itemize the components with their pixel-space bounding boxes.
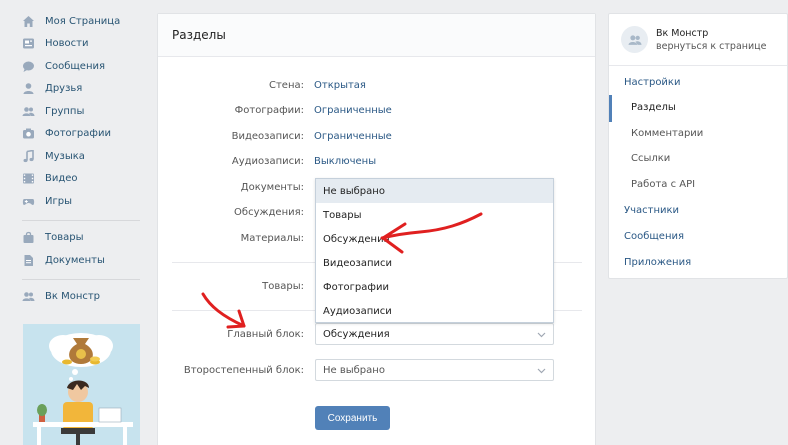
nav-music[interactable]: Музыка — [22, 145, 142, 168]
nav-games[interactable]: Игры — [22, 190, 142, 213]
section-label: Материалы: — [240, 232, 304, 244]
nav-friends[interactable]: Друзья — [22, 78, 142, 101]
section-label: Документы: — [240, 181, 304, 193]
group-avatar — [621, 26, 648, 53]
section-value-link[interactable]: Ограниченные — [314, 105, 392, 116]
nav-label: Друзья — [45, 83, 83, 95]
home-icon — [22, 15, 35, 28]
news-icon — [22, 37, 35, 50]
save-button[interactable]: Сохранить — [315, 406, 390, 430]
sections-panel: Разделы Стена: Открытая Фотографии: Огра… — [157, 13, 596, 445]
music-icon — [22, 149, 35, 163]
section-label: Фотографии: — [234, 104, 304, 116]
messages-icon — [22, 60, 35, 73]
main-block-select[interactable]: Обсуждения — [315, 323, 554, 345]
section-value-link[interactable]: Выключены — [314, 156, 376, 167]
group-header[interactable]: Вк Монстр вернуться к странице — [609, 14, 787, 66]
page-title: Разделы — [172, 28, 226, 42]
secondary-block-select[interactable]: Не выбрано — [315, 359, 554, 381]
camera-icon — [22, 127, 35, 140]
dropdown-option[interactable]: Не выбрано — [316, 179, 553, 203]
panel-header: Разделы — [158, 14, 595, 57]
groups-icon — [22, 105, 35, 118]
nav-label: Группы — [45, 105, 85, 117]
nav-news[interactable]: Новости — [22, 33, 142, 56]
section-value-link[interactable]: Открытая — [314, 80, 366, 91]
chevron-down-icon — [537, 332, 546, 338]
left-navigation: Моя Страница Новости Сообщения Друзья Гр… — [22, 10, 142, 308]
main-block-value: Обсуждения — [323, 328, 390, 340]
nav-label: Документы — [45, 254, 105, 266]
main-block-label: Главный блок: — [227, 328, 304, 340]
nav-label: Видео — [45, 173, 78, 185]
nav-label: Игры — [45, 195, 72, 207]
nav-messages[interactable]: Сообщения — [22, 55, 142, 78]
section-label: Обсуждения: — [234, 206, 304, 218]
secondary-block-value: Не выбрано — [323, 364, 385, 376]
friends-icon — [22, 82, 35, 95]
nav-label: Товары — [45, 232, 84, 244]
video-icon — [22, 172, 35, 185]
section-row-audio: Аудиозаписи: Выключены — [158, 151, 597, 171]
section-label: Аудиозаписи: — [231, 155, 304, 167]
section-label: Стена: — [269, 79, 304, 91]
section-label: Видеозаписи: — [231, 130, 304, 142]
nav-groups[interactable]: Группы — [22, 100, 142, 123]
menu-apps[interactable]: Приложения — [624, 257, 691, 268]
menu-messages[interactable]: Сообщения — [624, 231, 684, 242]
dropdown-option[interactable]: Фотографии — [316, 275, 553, 299]
back-to-page-link[interactable]: вернуться к странице — [656, 41, 766, 52]
nav-label: Музыка — [45, 150, 85, 162]
nav-label: Моя Страница — [45, 15, 121, 27]
nav-label: Вк Монстр — [45, 291, 101, 303]
bag-icon — [22, 231, 35, 244]
settings-menu-panel: Вк Монстр вернуться к странице Настройки… — [608, 13, 788, 279]
nav-group-vkmonstr[interactable]: Вк Монстр — [22, 286, 142, 309]
games-icon — [22, 195, 35, 208]
nav-my-page[interactable]: Моя Страница — [22, 10, 142, 33]
ad-illustration[interactable] — [23, 324, 140, 445]
menu-settings[interactable]: Настройки — [624, 77, 680, 88]
group-icon — [22, 290, 35, 303]
menu-comments[interactable]: Комментарии — [631, 128, 703, 139]
menu-links[interactable]: Ссылки — [631, 153, 670, 164]
nav-documents[interactable]: Документы — [22, 249, 142, 272]
section-row-videos: Видеозаписи: Ограниченные — [158, 126, 597, 146]
section-label: Товары: — [262, 280, 304, 292]
nav-goods[interactable]: Товары — [22, 227, 142, 250]
group-name: Вк Монстр — [656, 28, 709, 39]
menu-members[interactable]: Участники — [624, 205, 679, 216]
ad-illustration-image — [23, 324, 140, 445]
nav-label: Фотографии — [45, 128, 111, 140]
menu-api[interactable]: Работа с API — [631, 179, 695, 190]
nav-label: Сообщения — [45, 60, 106, 72]
nav-photos[interactable]: Фотографии — [22, 123, 142, 146]
menu-sections[interactable]: Разделы — [631, 102, 676, 113]
dropdown-option[interactable]: Обсуждения — [316, 227, 553, 251]
section-row-photos: Фотографии: Ограниченные — [158, 100, 597, 120]
secondary-block-label: Второстепенный блок: — [183, 364, 304, 376]
nav-separator — [22, 278, 140, 280]
dropdown-option[interactable]: Товары — [316, 203, 553, 227]
document-icon — [22, 254, 35, 267]
chevron-down-icon — [537, 368, 546, 374]
main-block-dropdown: Не выбрано Товары Обсуждения Видеозаписи… — [315, 178, 554, 323]
nav-separator — [22, 219, 140, 221]
section-value-link[interactable]: Ограниченные — [314, 131, 392, 142]
dropdown-option[interactable]: Видеозаписи — [316, 251, 553, 275]
section-row-wall: Стена: Открытая — [158, 75, 597, 95]
dropdown-option[interactable]: Аудиозаписи — [316, 299, 553, 323]
group-icon — [628, 34, 641, 45]
nav-video[interactable]: Видео — [22, 168, 142, 191]
active-indicator — [609, 95, 612, 122]
nav-label: Новости — [45, 38, 89, 50]
